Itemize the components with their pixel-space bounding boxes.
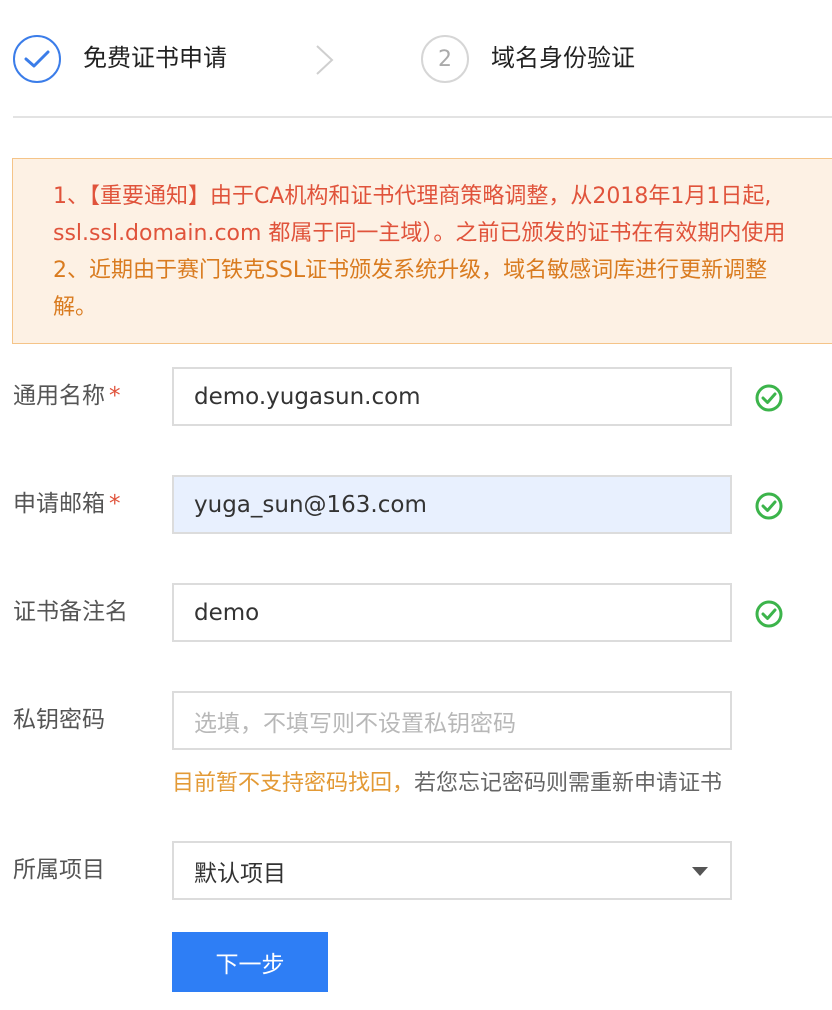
email-value: yuga_sun@163.com bbox=[194, 491, 427, 518]
email-label: 申请邮箱 * bbox=[13, 493, 121, 516]
required-marker: * bbox=[109, 491, 121, 517]
private-key-password-input[interactable]: 选填，不填写则不设置私钥密码 bbox=[172, 691, 732, 750]
email-input[interactable]: yuga_sun@163.com bbox=[172, 475, 732, 534]
required-marker: * bbox=[109, 383, 121, 409]
password-hint-warning: 目前暂不支持密码找回， bbox=[172, 771, 415, 796]
checkmark-icon bbox=[24, 50, 50, 68]
password-hint: 目前暂不支持密码找回，若您忘记密码则需重新申请证书 bbox=[172, 773, 722, 795]
password-hint-text: 若您忘记密码则需重新申请证书 bbox=[414, 771, 723, 796]
check-circle-icon bbox=[755, 492, 783, 520]
project-select-value: 默认项目 bbox=[194, 860, 286, 887]
remark-input[interactable]: demo bbox=[172, 583, 732, 642]
project-label: 所属项目 bbox=[13, 857, 105, 883]
step-1-checkmark-icon bbox=[13, 35, 61, 83]
notice-line-4: 解。 bbox=[53, 295, 98, 320]
check-circle-icon bbox=[755, 600, 783, 628]
common-name-label: 通用名称 * bbox=[13, 385, 121, 408]
common-name-value: demo.yugasun.com bbox=[194, 383, 421, 410]
notice-line-2: ssl.ssl.domain.com 都属于同一主域）。之前已颁发的证书在有效期… bbox=[53, 221, 786, 246]
caret-down-icon bbox=[692, 867, 708, 876]
email-label-text: 申请邮箱 bbox=[13, 491, 105, 517]
step-1-label: 免费证书申请 bbox=[83, 44, 227, 72]
check-circle-icon bbox=[755, 384, 783, 412]
header-divider bbox=[13, 116, 832, 118]
next-step-button[interactable]: 下一步 bbox=[172, 932, 328, 992]
private-key-password-label: 私钥密码 bbox=[13, 707, 105, 733]
common-name-input[interactable]: demo.yugasun.com bbox=[172, 367, 732, 426]
important-notice-box: 1、【重要通知】由于CA机构和证书代理商策略调整，从2018年1月1日起, ss… bbox=[12, 158, 832, 344]
common-name-label-text: 通用名称 bbox=[13, 383, 105, 409]
remark-label: 证书备注名 bbox=[13, 599, 128, 625]
step-2-number: 2 bbox=[421, 35, 469, 83]
step-2-label: 域名身份验证 bbox=[491, 44, 635, 72]
chevron-right-icon bbox=[316, 45, 334, 75]
remark-value: demo bbox=[194, 599, 260, 626]
project-select[interactable]: 默认项目 bbox=[172, 841, 732, 900]
private-key-password-placeholder: 选填，不填写则不设置私钥密码 bbox=[194, 710, 516, 737]
notice-line-3: 2、近期由于赛门铁克SSL证书颁发系统升级，域名敏感词库进行更新调整 bbox=[53, 258, 768, 283]
notice-line-1: 1、【重要通知】由于CA机构和证书代理商策略调整，从2018年1月1日起, bbox=[53, 184, 772, 209]
